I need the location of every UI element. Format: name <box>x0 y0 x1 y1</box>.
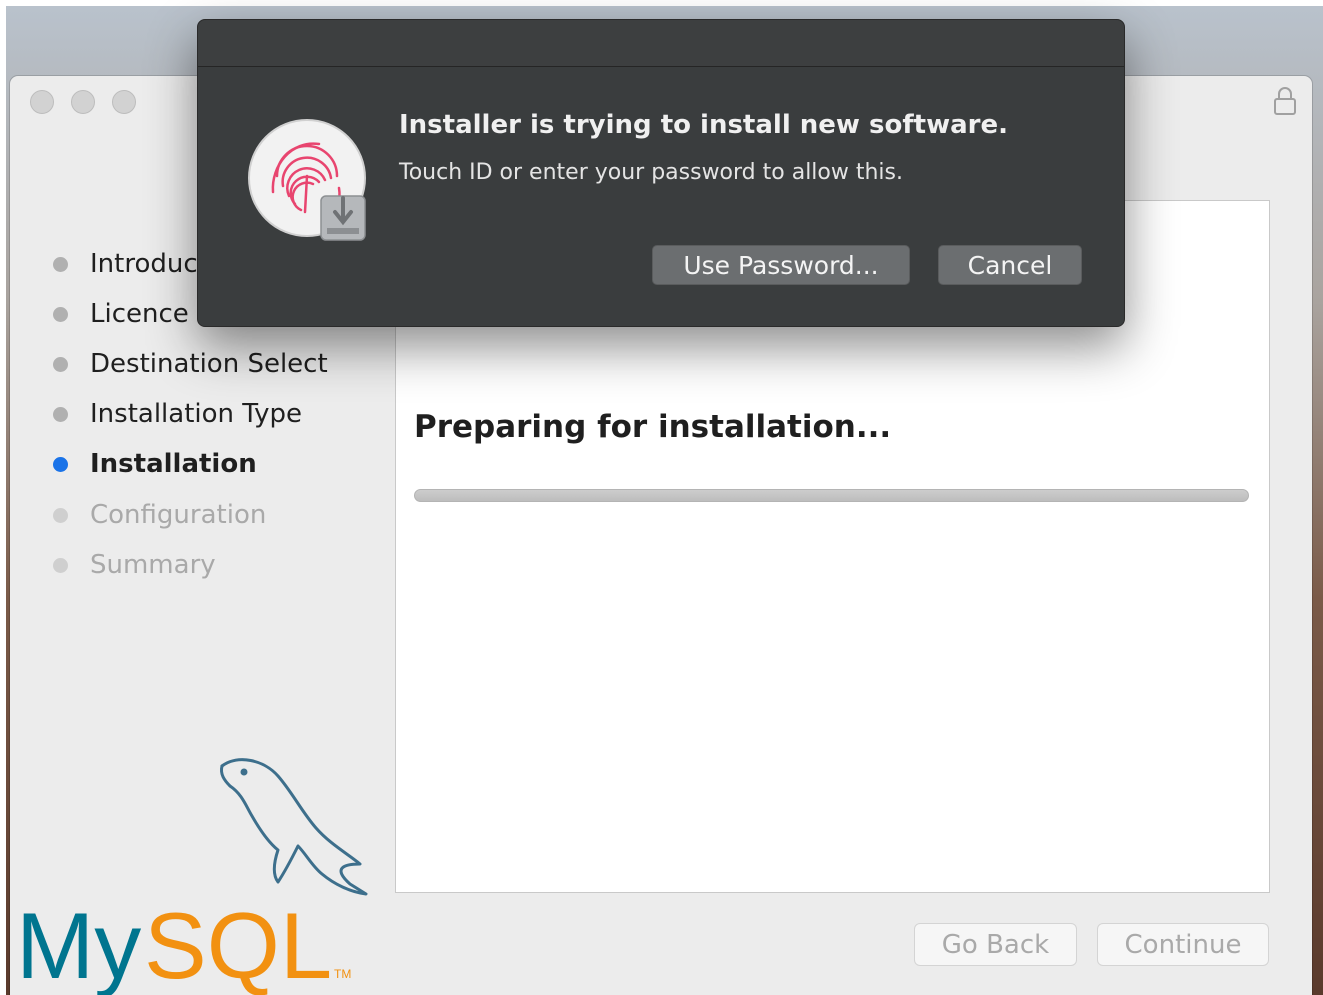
authentication-dialog: Installer is trying to install new softw… <box>197 19 1125 327</box>
sidebar-step-configuration: Configuration <box>53 497 266 533</box>
step-label: Licence <box>90 299 189 329</box>
step-dot <box>53 507 68 523</box>
minimize-window-button[interactable] <box>71 90 95 114</box>
sidebar-step-summary: Summary <box>53 547 216 583</box>
sidebar-step-licence: Licence <box>53 296 189 332</box>
sidebar-step-introduction: Introduc <box>53 246 198 282</box>
step-label: Summary <box>90 550 216 580</box>
dialog-titlebar <box>198 20 1124 67</box>
step-dot <box>53 356 68 372</box>
step-dot <box>53 256 68 272</box>
installation-status-text: Preparing for installation... <box>414 409 892 445</box>
step-label: Configuration <box>90 500 267 530</box>
dialog-message: Touch ID or enter your password to allow… <box>399 160 904 185</box>
mysql-logo: My SQL TM <box>16 758 368 995</box>
dialog-title: Installer is trying to install new softw… <box>399 110 1008 140</box>
mysql-logo-my: My <box>16 893 141 995</box>
step-dot <box>53 406 68 422</box>
cancel-button[interactable]: Cancel <box>938 245 1082 285</box>
go-back-button[interactable]: Go Back <box>914 923 1077 966</box>
screen-border-top <box>0 0 1323 6</box>
use-password-button[interactable]: Use Password... <box>652 245 910 285</box>
sidebar-step-destination-select: Destination Select <box>53 346 328 382</box>
step-dot <box>53 557 68 573</box>
dolphin-icon <box>220 758 368 896</box>
step-dot <box>53 306 68 322</box>
installer-box-icon <box>320 195 366 241</box>
zoom-window-button[interactable] <box>112 90 136 114</box>
sidebar-step-installation: Installation <box>53 446 257 482</box>
close-window-button[interactable] <box>30 90 54 114</box>
continue-button[interactable]: Continue <box>1097 923 1269 966</box>
screen-border-left <box>0 0 6 995</box>
step-dot-active <box>53 456 68 472</box>
step-label: Destination Select <box>90 349 328 379</box>
touch-id-installer-icon <box>248 119 366 241</box>
step-label: Installation Type <box>90 399 302 429</box>
step-label: Introduc <box>90 249 198 279</box>
progress-bar <box>414 489 1249 502</box>
sidebar-step-installation-type: Installation Type <box>53 396 302 432</box>
mysql-logo-sql: SQL <box>144 893 332 995</box>
lock-icon[interactable] <box>1272 86 1298 116</box>
step-label: Installation <box>90 449 257 479</box>
mysql-logo-tm: TM <box>334 967 351 981</box>
